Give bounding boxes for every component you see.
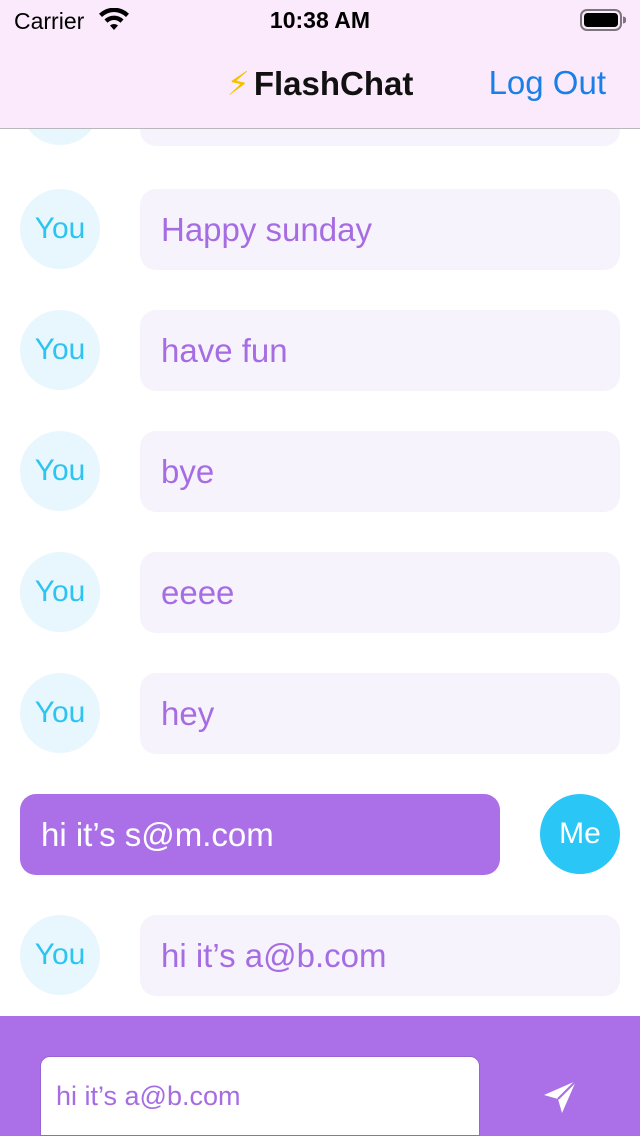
chat-screen: Carrier 10:38 AM ⚡ FlashChat Log Out You …: [0, 0, 640, 1136]
battery-icon: [580, 9, 626, 31]
logout-button[interactable]: Log Out: [489, 64, 606, 102]
message-composer: [0, 1016, 640, 1136]
navigation-bar: ⚡ FlashChat Log Out: [0, 40, 640, 129]
app-title-text: FlashChat: [253, 65, 414, 102]
sender-avatar: You: [20, 552, 100, 632]
message-row: You hi it’s a@b.com: [0, 915, 640, 996]
send-button[interactable]: [538, 1076, 582, 1120]
message-bubble: hey: [140, 673, 620, 754]
sender-avatar: You: [20, 915, 100, 995]
message-input[interactable]: [40, 1056, 480, 1136]
message-row: You Happy sunday: [0, 189, 640, 270]
message-row: You eeee: [0, 552, 640, 633]
message-bubble: Happy sunday: [140, 189, 620, 270]
sender-avatar: You: [20, 431, 100, 511]
message-bubble: [140, 129, 620, 146]
message-row-partial: [0, 129, 640, 146]
sender-avatar: You: [20, 673, 100, 753]
sender-avatar: You: [20, 310, 100, 390]
status-bar: Carrier 10:38 AM: [0, 0, 640, 40]
own-avatar: Me: [540, 794, 620, 874]
message-bubble: eeee: [140, 552, 620, 633]
clock: 10:38 AM: [269, 7, 371, 33]
message-bubble: bye: [140, 431, 620, 512]
message-row: You have fun: [0, 310, 640, 391]
sender-avatar: You: [20, 189, 100, 269]
sender-avatar: [20, 129, 100, 145]
message-list[interactable]: You Happy sunday You have fun You bye Yo…: [0, 129, 640, 1016]
lightning-icon: ⚡: [226, 65, 250, 102]
message-row: You bye: [0, 431, 640, 512]
message-row-own: hi it’s s@m.com Me: [0, 794, 640, 875]
paper-plane-icon: [544, 1079, 577, 1113]
own-message-bubble: hi it’s s@m.com: [20, 794, 500, 875]
message-bubble: have fun: [140, 310, 620, 391]
message-bubble: hi it’s a@b.com: [140, 915, 620, 996]
message-row: You hey: [0, 673, 640, 754]
